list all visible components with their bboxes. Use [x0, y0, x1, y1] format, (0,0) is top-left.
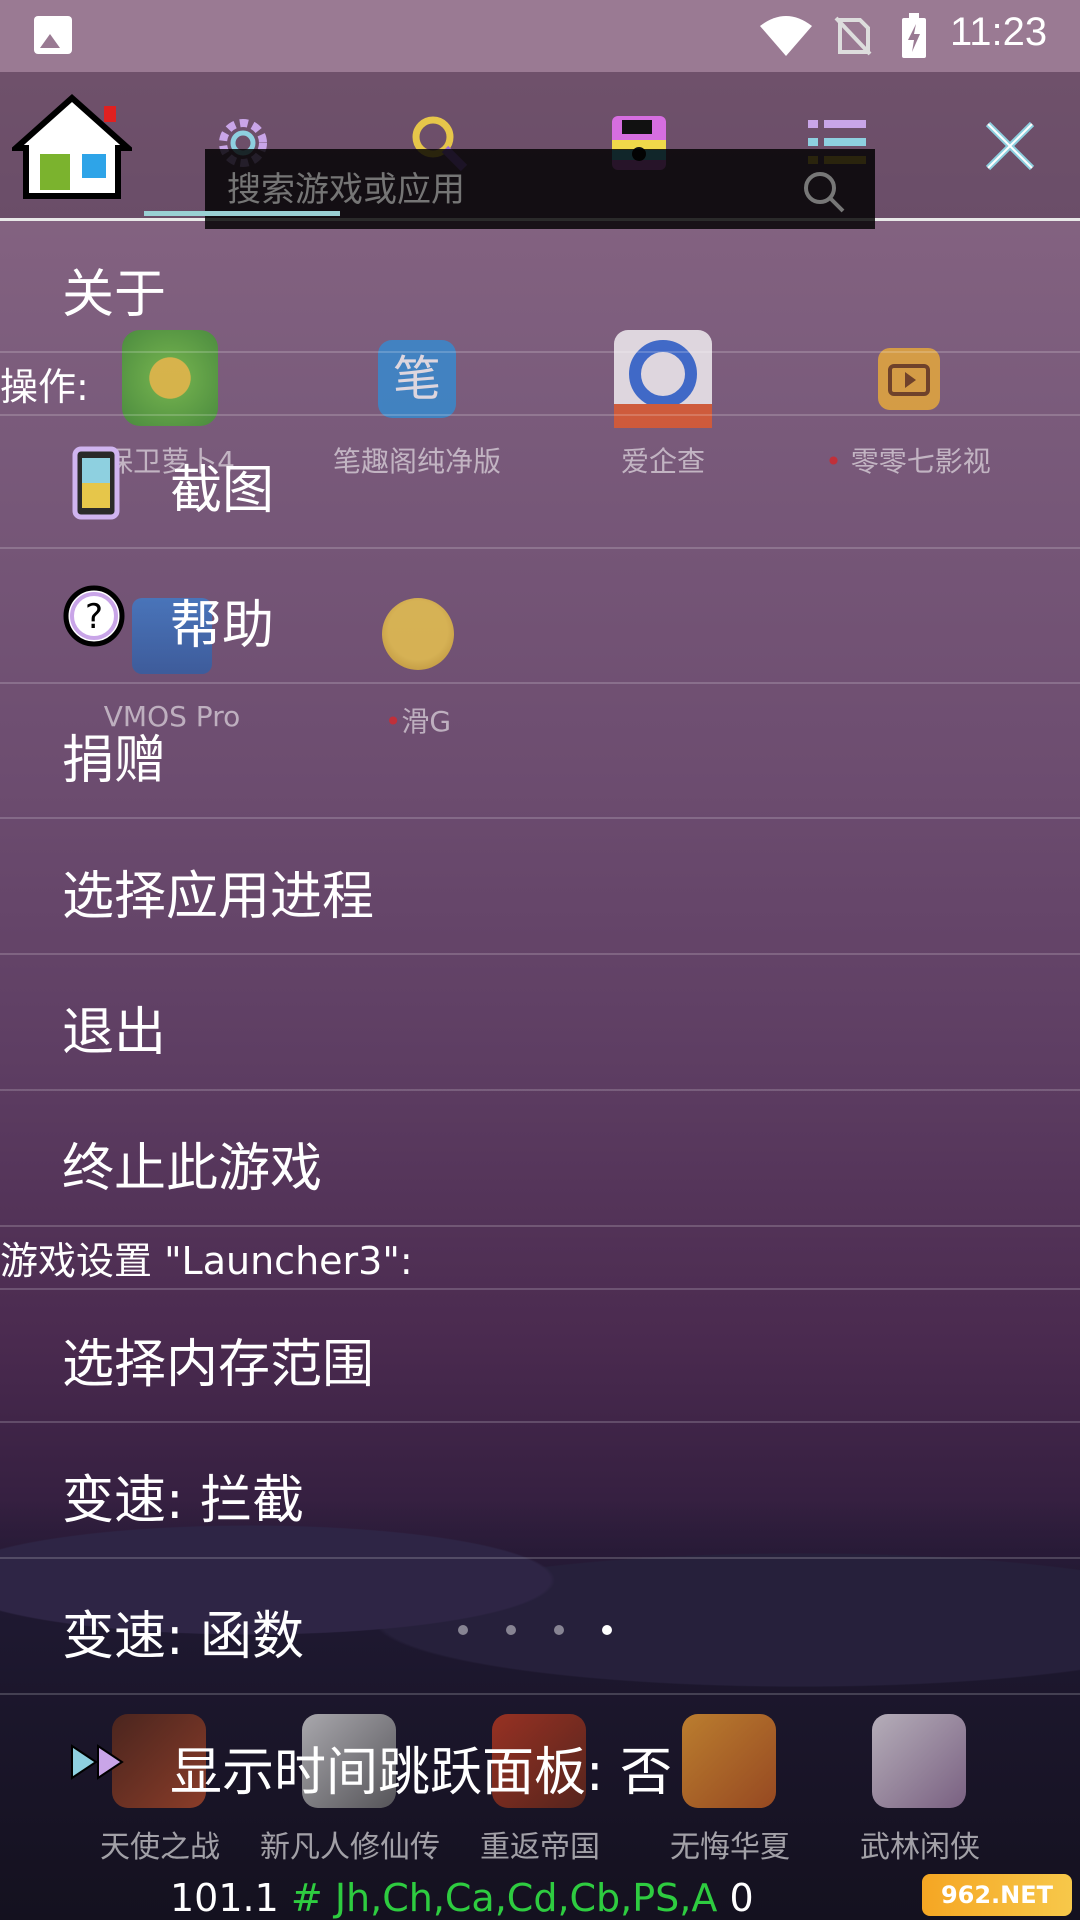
home-icon[interactable] — [12, 92, 132, 202]
dock-app-label: 新凡人修仙传 — [260, 1830, 440, 1865]
menu-item-time-jump-panel[interactable]: 显示时间跳跃面板: 否 — [0, 1698, 1080, 1831]
menu-item-screenshot[interactable]: 截图 — [0, 416, 1080, 549]
menu-item-select-process[interactable]: 选择应用进程 — [0, 822, 1080, 955]
game-settings-header-label: 游戏设置 "Launcher3": — [0, 1239, 413, 1283]
operations-header-label: 操作: — [0, 365, 89, 409]
search-input[interactable] — [225, 156, 789, 224]
menu-item-label: 关于 — [62, 265, 167, 325]
status-footer: 101.1 # Jh,Ch,Ca,Cd,Cb,PS,A 0 — [0, 1876, 1080, 1920]
menu-item-label: 选择内存范围 — [62, 1335, 375, 1395]
menu-item-memory-range[interactable]: 选择内存范围 — [0, 1290, 1080, 1423]
menu-item-kill-game[interactable]: 终止此游戏 — [0, 1094, 1080, 1227]
menu-item-label: 变速: 拦截 — [62, 1471, 305, 1531]
menu-item-label: 终止此游戏 — [62, 1139, 323, 1199]
no-sim-icon — [834, 16, 872, 56]
fast-forward-icon — [71, 1744, 124, 1780]
dock-app-label: 武林闲侠 — [860, 1830, 980, 1865]
menu-item-help[interactable]: ? 帮助 — [0, 551, 1080, 684]
gallery-icon — [34, 16, 72, 54]
page-dot — [554, 1625, 564, 1635]
battery-charging-icon — [902, 13, 926, 58]
menu-item-label: 截图 — [170, 461, 275, 521]
dock-app-label: 天使之战 — [100, 1830, 220, 1865]
help-icon: ? — [63, 585, 125, 647]
page-dot — [458, 1625, 468, 1635]
wifi-icon — [760, 16, 812, 56]
menu-item-donate[interactable]: 捐赠 — [0, 686, 1080, 819]
menu-item-label: 帮助 — [170, 596, 275, 656]
menu-item-label: 选择应用进程 — [62, 867, 375, 927]
menu-item-speed-intercept[interactable]: 变速: 拦截 — [0, 1426, 1080, 1559]
menu-item-about[interactable]: 关于 — [0, 220, 1080, 353]
menu-item-label: 变速: 函数 — [62, 1607, 305, 1667]
page-dot — [506, 1625, 516, 1635]
version-text: 101.1 # Jh,Ch,Ca,Cd,Cb,PS,A 0 — [170, 1876, 754, 1920]
menu-item-label: 显示时间跳跃面板: 否 — [170, 1743, 673, 1803]
status-time: 11:23 — [950, 10, 1048, 54]
page-dot-active — [602, 1625, 612, 1635]
dock-app-label: 无悔华夏 — [670, 1830, 790, 1865]
watermark-logo: 962.NET — [922, 1874, 1072, 1916]
close-icon[interactable] — [982, 118, 1038, 174]
operations-header: 操作: — [0, 356, 1080, 416]
screen: 保卫萝卜4 笔 笔趣阁纯净版 爱企查 • 零零七影视 VMOS Pro •滑G — [0, 0, 1080, 1920]
svg-text:?: ? — [85, 597, 103, 637]
menu-item-exit[interactable]: 退出 — [0, 958, 1080, 1091]
screenshot-icon — [72, 446, 120, 520]
dock-app-label: 重返帝国 — [480, 1830, 600, 1865]
game-settings-header: 游戏设置 "Launcher3": — [0, 1230, 1080, 1290]
menu-item-label: 退出 — [62, 1003, 167, 1063]
menu-item-label: 捐赠 — [62, 731, 167, 791]
search-field-magnifier-icon[interactable] — [800, 168, 846, 214]
page-indicator — [458, 1620, 650, 1639]
status-bar: 11:23 — [0, 0, 1080, 72]
